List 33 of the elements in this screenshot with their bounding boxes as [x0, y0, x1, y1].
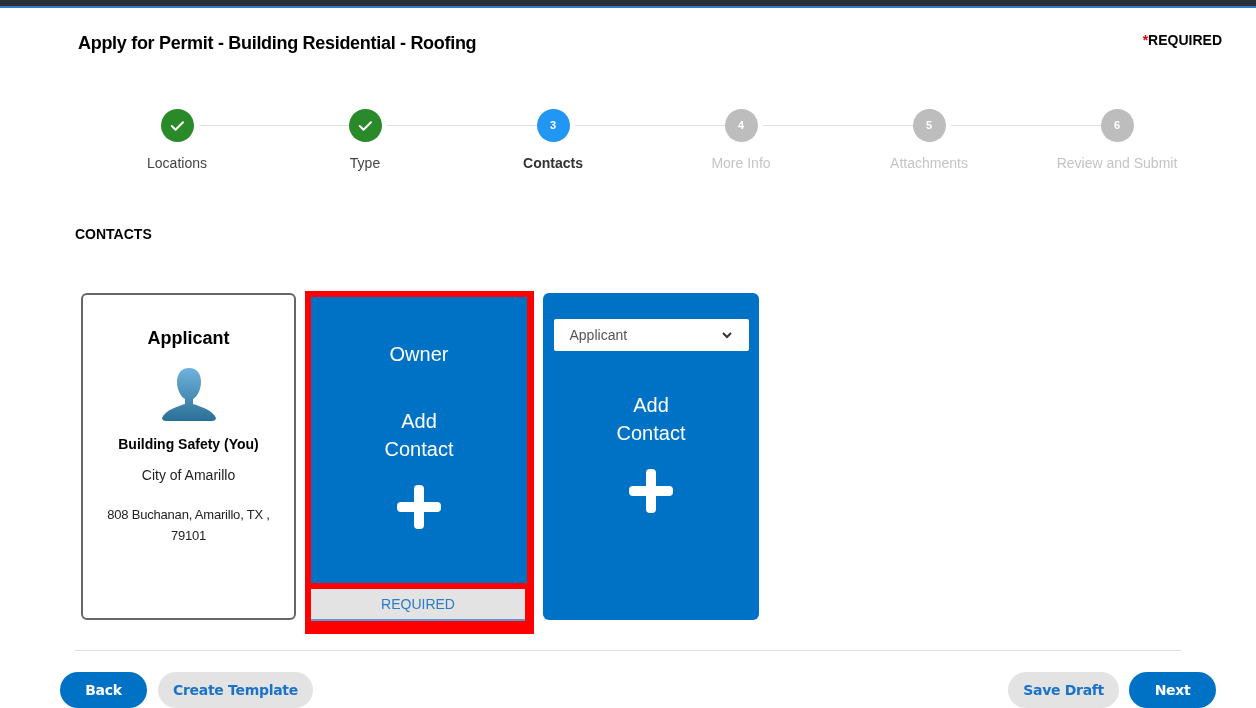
- contact-organization: City of Amarillo: [141, 466, 236, 485]
- step-label: Contacts: [523, 154, 583, 173]
- page-title: Apply for Permit - Building Residential - Roofing: [78, 32, 477, 55]
- step-label: Type: [349, 154, 381, 173]
- add-contact-label: Add Contact: [615, 393, 687, 446]
- step-label: Review and Submit: [1056, 154, 1178, 173]
- action-button[interactable]: Save Draft: [1008, 672, 1119, 708]
- contact-card[interactable]: Applicant Building Safety (You) City of Amarillo 808 Buchanan, Amarillo, TX , 79101: [81, 293, 296, 620]
- add-contact-label: Add Contact: [383, 409, 455, 462]
- add-contact-card[interactable]: Owner Add Contact: [311, 297, 527, 583]
- plus-icon: [627, 467, 675, 515]
- step-label: More Info: [711, 154, 771, 173]
- step-number: 5: [925, 118, 933, 134]
- contact-role: Owner: [389, 342, 449, 367]
- plus-icon: [395, 483, 443, 531]
- step-number: 3: [549, 118, 557, 134]
- required-bar: REQUIRED: [311, 589, 525, 621]
- section-title: CONTACTS: [75, 225, 152, 244]
- action-button[interactable]: Back: [60, 672, 147, 708]
- person-icon: [159, 366, 218, 422]
- required-note: *REQUIRED: [1142, 31, 1222, 50]
- add-contact-card[interactable]: Applicant Add Contact: [543, 293, 759, 620]
- contact-address: 808 Buchanan, Amarillo, TX , 79101: [106, 506, 271, 545]
- step-number: 6: [1113, 118, 1121, 134]
- chevron-down-icon: [720, 329, 733, 341]
- action-button[interactable]: Create Template: [158, 672, 313, 708]
- action-button[interactable]: Next: [1129, 672, 1216, 708]
- contact-name: Building Safety (You): [118, 435, 259, 454]
- contact-role: Applicant: [147, 327, 230, 350]
- step-number: 4: [737, 118, 745, 134]
- step-label: Locations: [147, 154, 207, 173]
- step-label: Attachments: [890, 154, 968, 173]
- role-select[interactable]: Applicant: [553, 319, 749, 351]
